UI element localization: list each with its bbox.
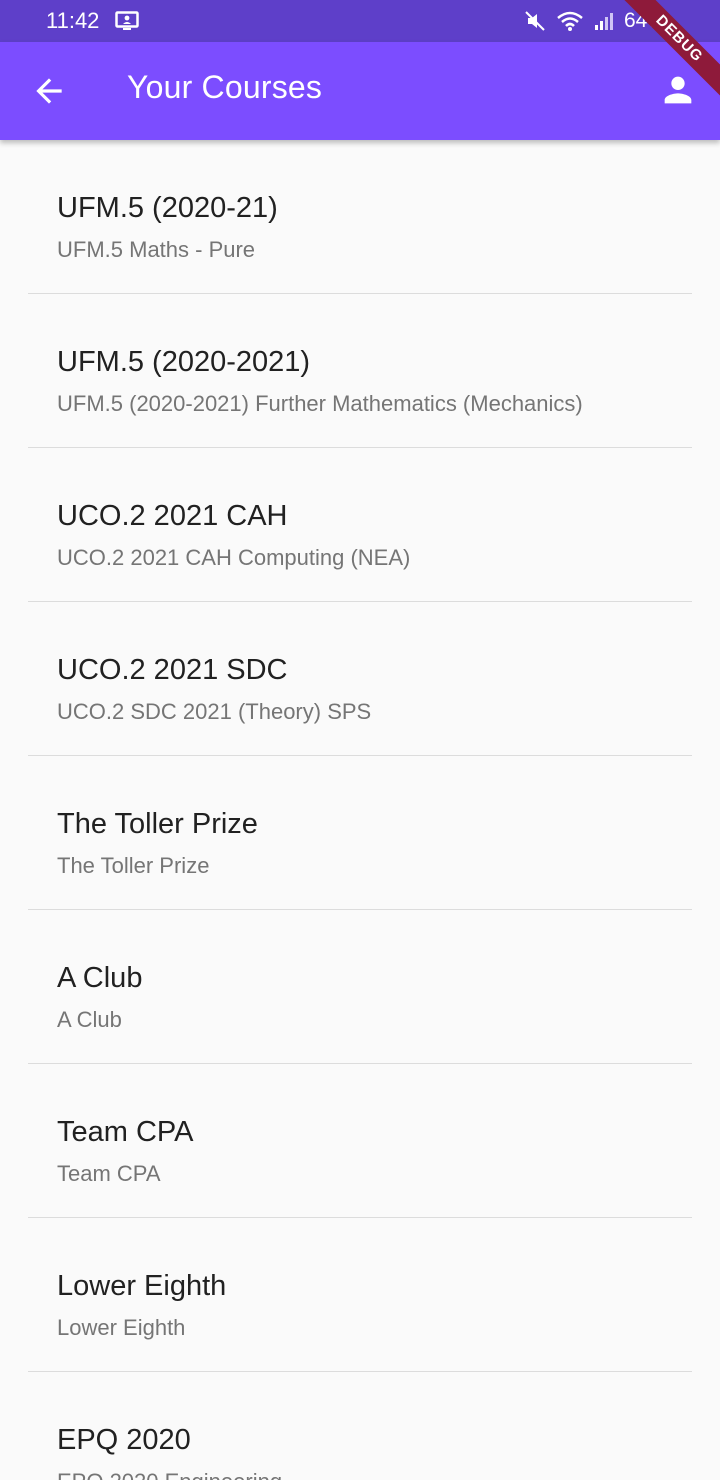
course-list: UFM.5 (2020-21) UFM.5 Maths - Pure UFM.5 (…: [0, 140, 720, 1480]
course-subtitle: Team CPA: [57, 1161, 161, 1186]
course-list-item[interactable]: EPQ 2020 EPQ 2020 Engineering: [0, 1372, 720, 1480]
course-title: UCO.2 2021 SDC: [57, 654, 288, 686]
signal-icon: [594, 11, 614, 31]
person-icon: [664, 76, 692, 104]
course-list-item[interactable]: UCO.2 2021 SDC UCO.2 SDC 2021 (Theory) SP…: [0, 602, 720, 756]
course-subtitle: A Club: [57, 1007, 122, 1032]
course-subtitle: EPQ 2020 Engineering: [57, 1469, 282, 1480]
battery-level: 64%: [623, 9, 666, 32]
status-time: 11:42: [46, 8, 100, 33]
course-subtitle: The Toller Prize: [57, 853, 210, 878]
mute-icon: [524, 10, 546, 32]
course-title: The Toller Prize: [57, 808, 258, 840]
account-button[interactable]: [658, 70, 698, 110]
course-title: UCO.2 2021 CAH: [57, 500, 288, 532]
course-list-item[interactable]: UFM.5 (2020-2021) UFM.5 (2020-2021) Furth…: [0, 294, 720, 448]
course-title: UFM.5 (2020-21): [57, 192, 278, 224]
course-list-item[interactable]: Team CPA Team CPA: [0, 1064, 720, 1218]
course-subtitle: Lower Eighth: [57, 1315, 186, 1340]
course-subtitle: UCO.2 2021 CAH Computing (NEA): [57, 545, 411, 570]
course-title: EPQ 2020: [57, 1424, 191, 1456]
course-list-item[interactable]: A Club A Club: [0, 910, 720, 1064]
course-title: UFM.5 (2020-2021): [57, 346, 311, 378]
wifi-icon: [556, 10, 584, 32]
course-list-item[interactable]: Lower Eighth Lower Eighth: [0, 1218, 720, 1372]
course-subtitle: UFM.5 Maths - Pure: [57, 237, 256, 262]
course-subtitle: UFM.5 (2020-2021) Further Mathematics (M…: [57, 391, 583, 416]
back-button[interactable]: [30, 72, 68, 110]
course-title: A Club: [57, 962, 143, 994]
arrow-back-icon: [36, 78, 62, 104]
screen-cast-icon: [115, 11, 140, 31]
course-title: Team CPA: [57, 1116, 194, 1148]
status-bar: 11:42 64%: [0, 0, 720, 42]
app-bar: Your Courses: [0, 42, 720, 140]
course-subtitle: UCO.2 SDC 2021 (Theory) SPS: [57, 699, 372, 724]
course-title: Lower Eighth: [57, 1270, 227, 1302]
course-list-item[interactable]: UCO.2 2021 CAH UCO.2 2021 CAH Computing (…: [0, 448, 720, 602]
course-list-item[interactable]: The Toller Prize The Toller Prize: [0, 756, 720, 910]
course-list-item[interactable]: UFM.5 (2020-21) UFM.5 Maths - Pure: [0, 140, 720, 294]
page-title: Your Courses: [127, 69, 323, 105]
